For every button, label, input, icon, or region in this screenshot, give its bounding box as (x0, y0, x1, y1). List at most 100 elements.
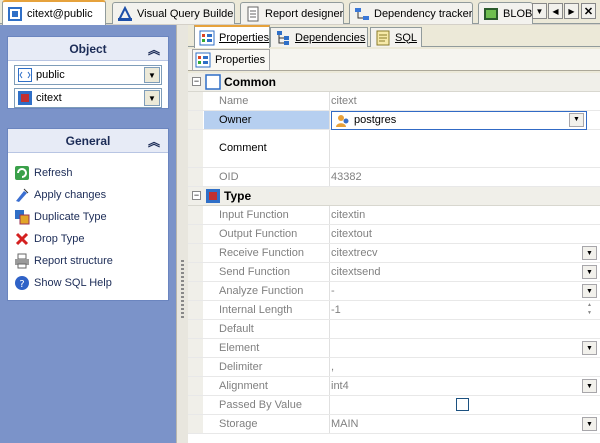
row-oid: OID 43382 (188, 168, 600, 187)
chevron-down-icon[interactable]: ▼ (582, 417, 597, 431)
tab-blob-viewer[interactable]: BLOB Vi (478, 2, 533, 24)
tab-label: Dependency tracker (374, 7, 473, 20)
chevron-down-icon[interactable]: ▼ (582, 265, 597, 279)
property-name: Send Function (204, 263, 330, 281)
row-default[interactable]: Default (188, 320, 600, 339)
type-select[interactable]: citext ▼ (14, 88, 162, 108)
property-value: -1 (331, 304, 341, 316)
row-element[interactable]: Element ▼ (188, 339, 600, 358)
property-value: citextrecv (331, 247, 378, 259)
action-label: Drop Type (34, 233, 85, 245)
drop-icon (15, 232, 29, 246)
chevron-down-icon[interactable]: ▼ (582, 341, 597, 355)
collapse-icon[interactable]: ︽ (148, 41, 160, 58)
owner-editor[interactable]: postgres ▼ (331, 111, 587, 130)
property-value[interactable] (331, 320, 585, 338)
property-name: OID (204, 168, 330, 186)
show-sql-help-action[interactable]: ? Show SQL Help (14, 273, 112, 293)
panel-splitter[interactable] (176, 25, 188, 443)
duplicate-type-action[interactable]: Duplicate Type (14, 207, 107, 227)
sql-icon (376, 30, 390, 45)
blob-viewer-icon (484, 7, 498, 20)
spin-down-icon[interactable]: ▼ (582, 310, 597, 318)
arrow-left-icon: ◀ (552, 6, 559, 16)
type-icon (18, 91, 32, 105)
tab-properties[interactable]: Properties (194, 25, 270, 48)
chevron-down-icon[interactable]: ▼ (569, 113, 584, 127)
chevron-down-icon[interactable]: ▼ (582, 284, 597, 298)
drop-type-action[interactable]: Drop Type (14, 229, 85, 249)
dependencies-icon (277, 30, 289, 45)
row-storage[interactable]: Storage MAIN ▼ (188, 415, 600, 434)
owner-value: postgres (354, 114, 397, 126)
collapse-icon[interactable]: ︽ (148, 133, 160, 150)
property-name: Receive Function (204, 244, 330, 262)
row-owner[interactable]: Owner postgres ▼ (188, 111, 600, 130)
inspector-label: Properties (215, 53, 266, 66)
tab-label: BLOB Vi (503, 7, 533, 20)
row-passed-by-value[interactable]: Passed By Value (188, 396, 600, 415)
action-label: Report structure (34, 255, 113, 267)
inspector-properties-button[interactable]: Properties (192, 48, 271, 71)
schema-select[interactable]: public ▼ (14, 65, 162, 85)
object-group-header[interactable]: Object ︽ (8, 37, 168, 61)
common-icon (205, 74, 221, 90)
property-value[interactable]: , (331, 358, 585, 376)
splitter-grip[interactable] (181, 260, 184, 320)
category-label: Common (224, 75, 276, 89)
editor-area: Properties Dependencies SQL Properties −… (188, 25, 600, 443)
chevron-down-icon[interactable]: ▼ (144, 67, 160, 83)
tab-citext-public[interactable]: citext@public (2, 0, 106, 25)
scroll-tabs-left-button[interactable]: ◀ (548, 3, 563, 19)
tab-dependency-tracker[interactable]: Dependency tracker (349, 2, 473, 24)
schema-value: public (36, 69, 65, 81)
refresh-action[interactable]: Refresh (14, 163, 73, 183)
chevron-down-icon[interactable]: ▼ (582, 246, 597, 260)
type-icon (206, 189, 220, 203)
group-title: Object (69, 41, 107, 56)
editor-tab-bar: Properties Dependencies SQL (188, 25, 600, 48)
category-common[interactable]: − Common (188, 73, 600, 92)
row-alignment[interactable]: Alignment int4 ▼ (188, 377, 600, 396)
tab-label: Visual Query Builder (137, 7, 235, 20)
row-output-function: Output Function citextout (188, 225, 600, 244)
refresh-icon (15, 166, 29, 180)
row-receive-function[interactable]: Receive Function citextrecv ▼ (188, 244, 600, 263)
passed-by-value-checkbox[interactable] (456, 398, 469, 411)
general-group-header[interactable]: General ︽ (8, 129, 168, 153)
property-value: MAIN (331, 418, 359, 430)
property-name: Name (204, 92, 330, 110)
apply-changes-icon (16, 188, 29, 202)
category-type[interactable]: − Type (188, 187, 600, 206)
chevron-down-icon[interactable]: ▼ (582, 379, 597, 393)
property-value: 43382 (331, 171, 362, 183)
query-builder-icon (118, 5, 132, 21)
row-send-function[interactable]: Send Function citextsend ▼ (188, 263, 600, 282)
comment-field[interactable] (331, 130, 585, 167)
tab-report-designer[interactable]: Report designer (240, 2, 344, 24)
row-analyze-function[interactable]: Analyze Function - ▼ (188, 282, 600, 301)
object-group: Object ︽ public ▼ citext ▼ (7, 36, 169, 109)
scroll-tabs-right-button[interactable]: ▶ (564, 3, 579, 19)
property-name: Analyze Function (204, 282, 330, 300)
apply-changes-action[interactable]: Apply changes (14, 185, 106, 205)
property-value: - (331, 285, 335, 297)
collapse-icon[interactable]: − (192, 191, 201, 200)
spin-buttons[interactable]: ▲ ▼ (582, 302, 597, 318)
close-tab-button[interactable]: ✕ (581, 3, 596, 19)
user-role-icon (336, 115, 349, 127)
property-value: citext (331, 95, 357, 107)
report-structure-action[interactable]: Report structure (14, 251, 113, 271)
row-internal-length[interactable]: Internal Length -1 ▲ ▼ (188, 301, 600, 320)
tab-dependencies[interactable]: Dependencies (270, 27, 368, 47)
tab-sql[interactable]: SQL (370, 27, 422, 47)
spin-up-icon[interactable]: ▲ (582, 302, 597, 310)
action-label: Apply changes (34, 189, 107, 201)
row-comment[interactable]: Comment (188, 130, 600, 168)
row-delimiter[interactable]: Delimiter , (188, 358, 600, 377)
chevron-down-icon[interactable]: ▼ (144, 90, 160, 106)
tab-list-dropdown-button[interactable]: ▼ (532, 3, 547, 19)
tab-visual-query-builder[interactable]: Visual Query Builder (112, 2, 235, 24)
collapse-icon[interactable]: − (192, 77, 201, 86)
owner-select[interactable]: postgres ▼ (331, 111, 587, 130)
